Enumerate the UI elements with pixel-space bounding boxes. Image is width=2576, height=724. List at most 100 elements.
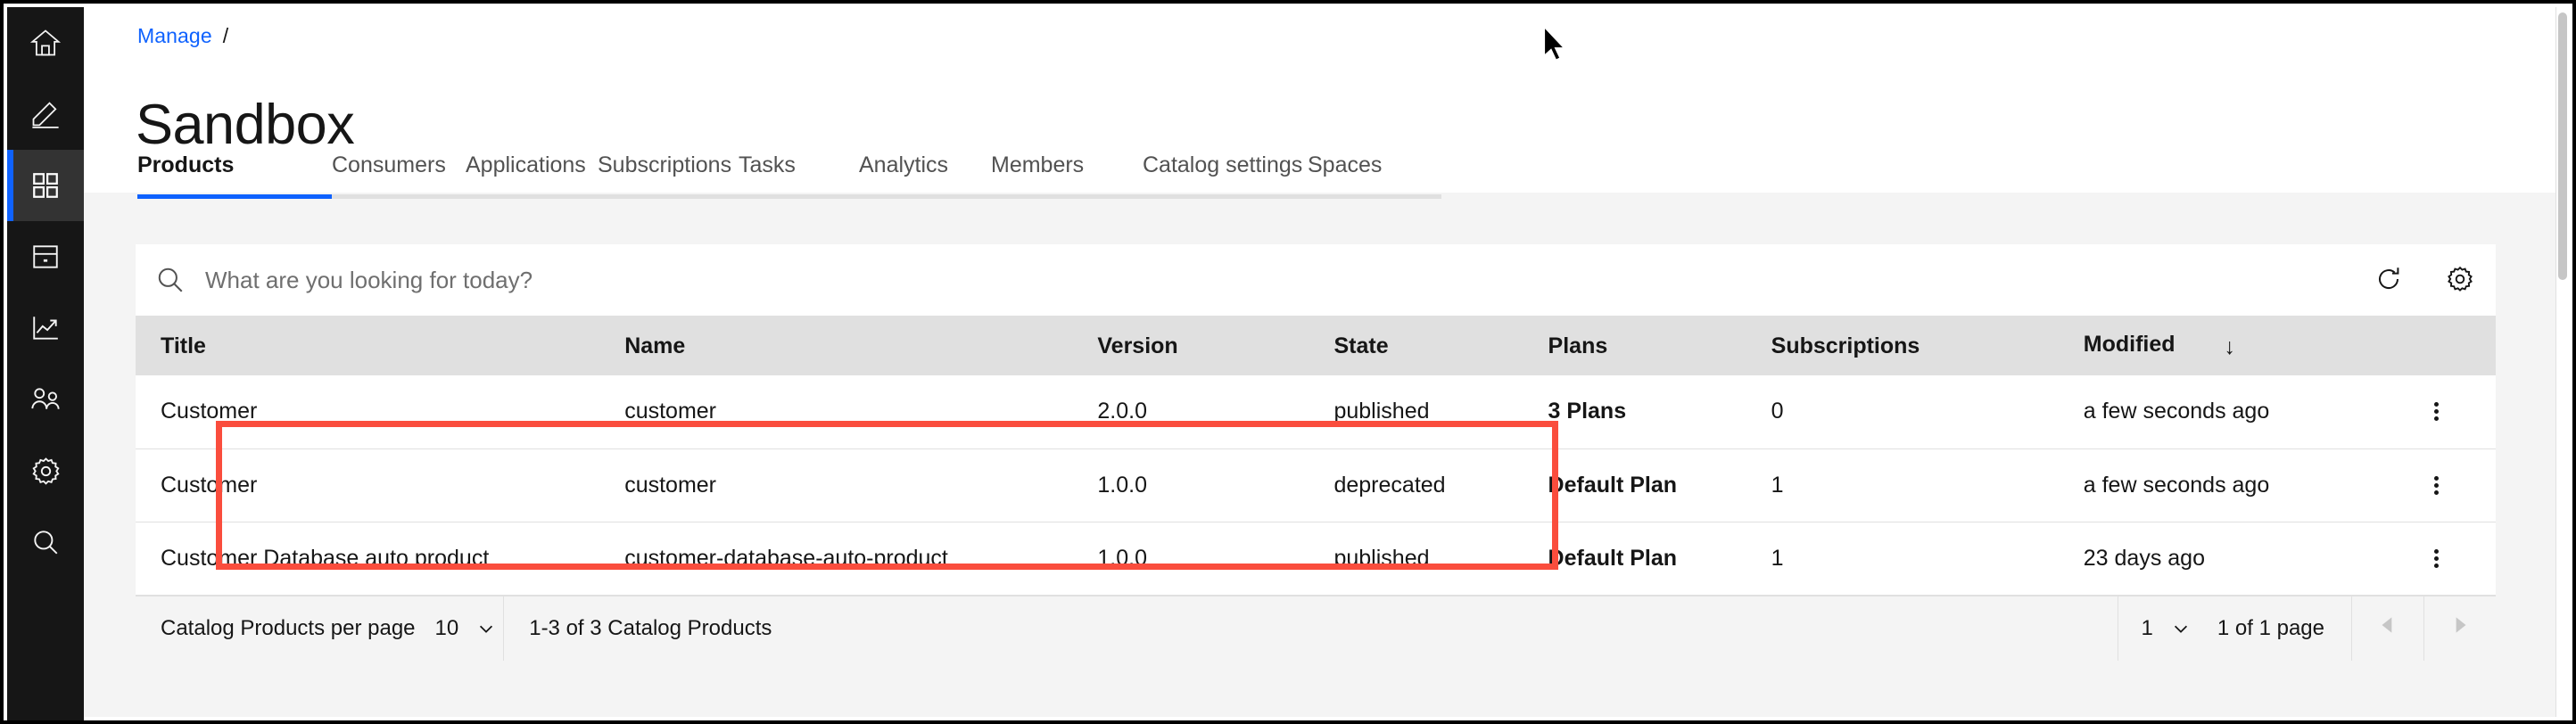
tab-label: Catalog settings bbox=[1143, 152, 1303, 177]
home-icon bbox=[29, 27, 62, 59]
sidebar-item-analytics[interactable] bbox=[7, 292, 84, 364]
tab-label: Applications bbox=[466, 152, 586, 177]
page-value: 1 bbox=[2141, 615, 2153, 640]
grid-icon bbox=[30, 170, 61, 201]
database-icon bbox=[30, 242, 61, 272]
sidebar-item-home[interactable] bbox=[7, 7, 84, 78]
previous-page-button[interactable] bbox=[2352, 596, 2423, 661]
refresh-button[interactable] bbox=[2353, 244, 2424, 316]
sort-descending-icon: ↓ bbox=[2224, 334, 2235, 359]
cell-subscriptions: 1 bbox=[1746, 522, 2059, 596]
breadcrumb-separator: / bbox=[222, 24, 229, 47]
cell-state: deprecated bbox=[1309, 448, 1523, 522]
cell-actions bbox=[2352, 522, 2496, 596]
row-overflow-menu-button[interactable] bbox=[2378, 375, 2496, 448]
caret-right-icon bbox=[2448, 613, 2472, 643]
column-header-title[interactable]: Title bbox=[136, 317, 600, 375]
cell-subscriptions: 1 bbox=[1746, 448, 2059, 522]
per-page-select[interactable]: 10 bbox=[435, 616, 504, 641]
main-content: Manage / Sandbox Products Consumers Appli… bbox=[84, 7, 2569, 717]
gear-icon bbox=[2446, 265, 2474, 296]
search-input[interactable] bbox=[205, 266, 2353, 294]
sidebar-item-settings[interactable] bbox=[7, 435, 84, 506]
products-panel: Title Name Version State Plans Subscript… bbox=[136, 244, 2496, 661]
analytics-icon bbox=[30, 313, 61, 343]
tab-label: Tasks bbox=[739, 152, 796, 177]
tab-label: Subscriptions bbox=[598, 152, 732, 177]
cell-version: 1.0.0 bbox=[1072, 448, 1309, 522]
tab-applications[interactable]: Applications bbox=[466, 141, 598, 199]
search-icon bbox=[136, 265, 205, 295]
sidebar-item-develop[interactable] bbox=[7, 78, 84, 150]
column-header-modified[interactable]: Modified ↓ bbox=[2058, 317, 2353, 375]
table-settings-button[interactable] bbox=[2424, 244, 2496, 316]
sidebar-item-manage[interactable] bbox=[7, 150, 84, 221]
chevron-down-icon bbox=[2171, 619, 2191, 638]
tab-analytics[interactable]: Analytics bbox=[859, 141, 991, 199]
page-total: 1 of 1 page bbox=[2214, 596, 2351, 661]
tab-label: Spaces bbox=[1308, 152, 1383, 177]
cell-plans[interactable]: Default Plan bbox=[1523, 448, 1746, 522]
per-page-value: 10 bbox=[434, 615, 459, 640]
tab-consumers[interactable]: Consumers bbox=[332, 141, 466, 199]
cell-plans[interactable]: Default Plan bbox=[1523, 522, 1746, 596]
column-header-state[interactable]: State bbox=[1309, 317, 1523, 375]
tab-members[interactable]: Members bbox=[991, 141, 1143, 199]
cell-state: published bbox=[1309, 375, 1523, 449]
cell-plans[interactable]: 3 Plans bbox=[1523, 375, 1746, 449]
sidebar-item-resources[interactable] bbox=[7, 221, 84, 292]
column-header-modified-label: Modified bbox=[2083, 332, 2176, 357]
cell-state: published bbox=[1309, 522, 1523, 596]
cell-modified: a few seconds ago bbox=[2058, 375, 2353, 449]
pencil-icon bbox=[29, 98, 62, 130]
breadcrumb-link-manage[interactable]: Manage bbox=[137, 24, 212, 47]
table-row[interactable]: Customer customer 1.0.0 deprecated Defau… bbox=[136, 448, 2496, 522]
pagination-range-text: 1-3 of 3 Catalog Products bbox=[529, 615, 772, 640]
mouse-cursor bbox=[1542, 24, 1569, 69]
app-window: Manage / Sandbox Products Consumers Appli… bbox=[0, 0, 2576, 724]
cell-version: 2.0.0 bbox=[1072, 375, 1309, 449]
search-actions bbox=[2353, 244, 2496, 316]
per-page-label: Catalog Products per page bbox=[161, 615, 416, 640]
column-header-plans[interactable]: Plans bbox=[1523, 317, 1746, 375]
cell-title: Customer bbox=[136, 448, 600, 522]
row-overflow-menu-button[interactable] bbox=[2378, 522, 2496, 595]
tab-tasks[interactable]: Tasks bbox=[739, 141, 859, 199]
cell-version: 1.0.0 bbox=[1072, 522, 1309, 596]
cell-actions bbox=[2352, 448, 2496, 522]
tab-label: Analytics bbox=[859, 152, 949, 177]
tab-subscriptions[interactable]: Subscriptions bbox=[598, 141, 739, 199]
sidebar-item-search[interactable] bbox=[7, 506, 84, 578]
page-select[interactable]: 1 bbox=[2118, 596, 2214, 661]
next-page-button[interactable] bbox=[2424, 596, 2496, 661]
cell-title: Customer Database auto product bbox=[136, 522, 600, 596]
products-table: Title Name Version State Plans Subscript… bbox=[136, 317, 2496, 596]
table-row[interactable]: Customer customer 2.0.0 published 3 Plan… bbox=[136, 375, 2496, 449]
sidebar-item-members[interactable] bbox=[7, 364, 84, 435]
tab-products[interactable]: Products bbox=[137, 141, 332, 199]
tab-catalog-settings[interactable]: Catalog settings bbox=[1143, 141, 1308, 199]
cell-actions bbox=[2352, 375, 2496, 449]
breadcrumb: Manage / bbox=[137, 23, 228, 48]
cell-name: customer bbox=[599, 375, 1073, 449]
refresh-icon bbox=[2374, 265, 2403, 296]
tab-label: Members bbox=[991, 152, 1085, 177]
pagination-bar: Catalog Products per page 10 1-3 of 3 Ca… bbox=[136, 595, 2496, 661]
table-head: Title Name Version State Plans Subscript… bbox=[136, 317, 2496, 375]
column-header-version[interactable]: Version bbox=[1072, 317, 1309, 375]
table-row[interactable]: Customer Database auto product customer-… bbox=[136, 522, 2496, 596]
left-nav-rail bbox=[7, 7, 84, 720]
column-header-name[interactable]: Name bbox=[599, 317, 1073, 375]
tab-label: Consumers bbox=[332, 152, 446, 177]
cell-name: customer-database-auto-product bbox=[599, 522, 1073, 596]
kebab-icon bbox=[2434, 547, 2440, 571]
pagination-controls: 1 1 of 1 page bbox=[2117, 596, 2496, 661]
users-icon bbox=[29, 383, 62, 415]
kebab-icon bbox=[2434, 473, 2440, 498]
table-header-row: Title Name Version State Plans Subscript… bbox=[136, 317, 2496, 375]
page-scrollbar-thumb[interactable] bbox=[2558, 12, 2567, 280]
row-overflow-menu-button[interactable] bbox=[2378, 449, 2496, 522]
column-header-actions bbox=[2352, 317, 2496, 375]
tab-spaces[interactable]: Spaces bbox=[1308, 141, 1441, 199]
column-header-subscriptions[interactable]: Subscriptions bbox=[1746, 317, 2059, 375]
